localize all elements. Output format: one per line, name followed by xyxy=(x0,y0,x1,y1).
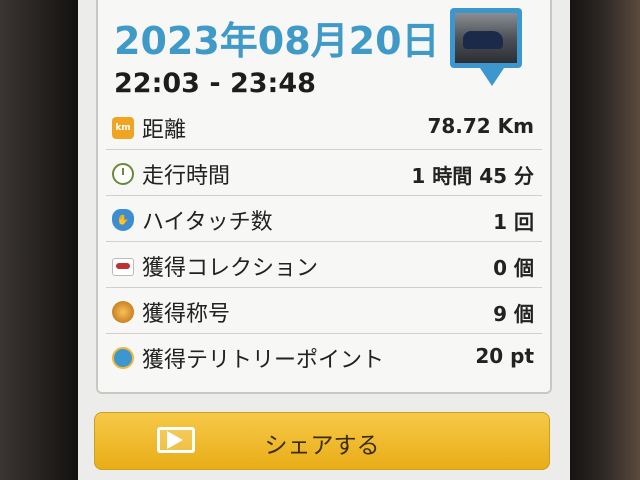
drive-time-range: 22:03 - 23:48 xyxy=(114,68,316,99)
stat-value: 1 回 xyxy=(493,210,534,234)
stat-value: 78.72 Km xyxy=(427,114,534,138)
drive-date: 2023年08月20日 xyxy=(114,19,440,63)
clock-icon xyxy=(112,163,134,185)
stat-row-distance: km 距離 78.72 Km xyxy=(106,104,542,150)
medal-icon xyxy=(112,301,134,323)
stat-label: 獲得テリトリーポイント xyxy=(142,348,385,373)
stat-value: 20 pt xyxy=(475,344,534,368)
stat-row-territory-points: 獲得テリトリーポイント 20 pt xyxy=(106,334,542,379)
stat-row-titles: 獲得称号 9 個 xyxy=(106,288,542,334)
stat-row-high-fives: ✋ ハイタッチ数 1 回 xyxy=(106,196,542,242)
device-bezel-left xyxy=(0,0,78,480)
photo-thumbnail[interactable] xyxy=(450,8,522,68)
territory-point-icon xyxy=(112,347,134,369)
car-collection-icon xyxy=(112,258,134,276)
km-badge-icon: km xyxy=(112,117,134,139)
drive-summary-card: 2023年08月20日 22:03 - 23:48 km 距離 78.72 Km… xyxy=(96,0,552,394)
stat-label: 距離 xyxy=(142,118,187,143)
high-five-hand-icon: ✋ xyxy=(112,209,134,231)
stat-value: 1 時間 45 分 xyxy=(411,164,534,188)
stat-value: 0 個 xyxy=(493,256,534,280)
app-screen: 2023年08月20日 22:03 - 23:48 km 距離 78.72 Km… xyxy=(78,0,570,480)
car-photo xyxy=(455,13,517,63)
stat-label: 獲得称号 xyxy=(142,302,231,327)
stat-row-drive-time: 走行時間 1 時間 45 分 xyxy=(106,150,542,196)
stat-label: ハイタッチ数 xyxy=(142,210,273,235)
stat-row-collection: 獲得コレクション 0 個 xyxy=(106,242,542,288)
car-icon xyxy=(463,31,503,49)
device-bezel-right xyxy=(570,0,640,480)
share-button[interactable]: シェアする xyxy=(94,412,550,470)
stat-value: 9 個 xyxy=(493,302,534,326)
map-pin-pointer xyxy=(480,68,504,86)
share-button-label: シェアする xyxy=(264,433,380,459)
stats-list: km 距離 78.72 Km 走行時間 1 時間 45 分 ✋ ハイタッチ数 1… xyxy=(106,104,542,379)
stat-label: 走行時間 xyxy=(142,164,231,189)
stat-label: 獲得コレクション xyxy=(142,256,319,281)
